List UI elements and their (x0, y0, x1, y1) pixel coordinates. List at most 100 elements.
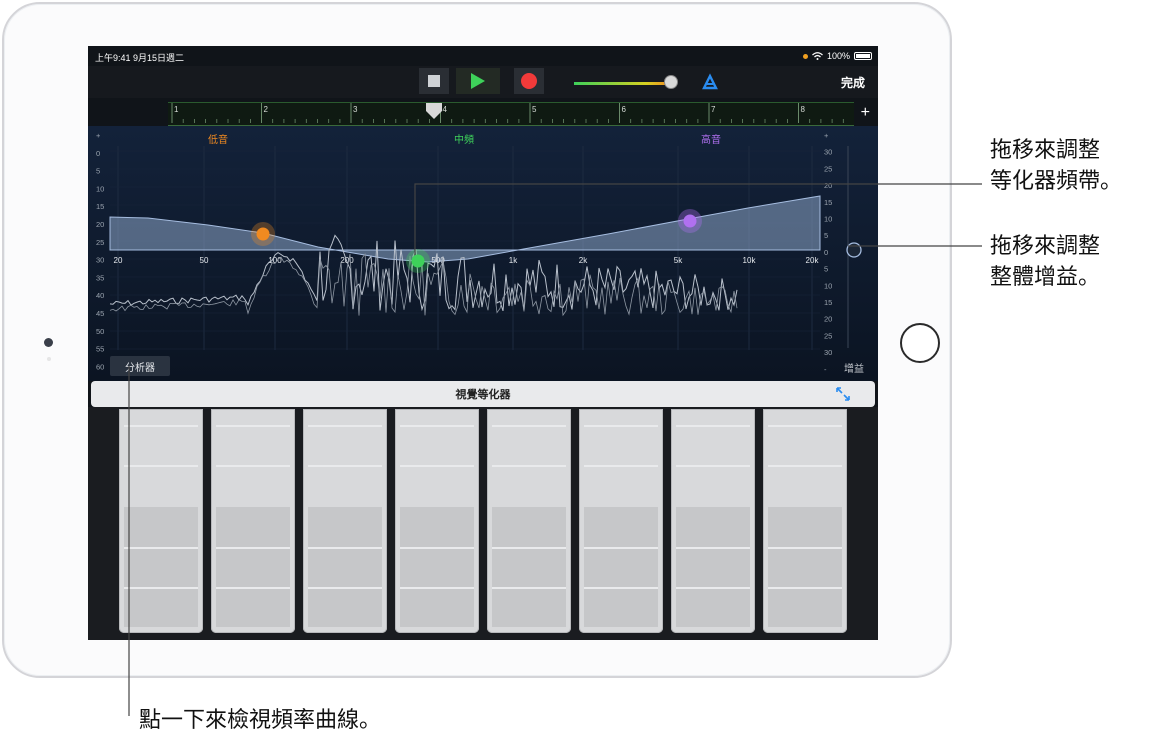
timeline-ruler[interactable]: 1 2 3 4 5 6 7 8 (168, 102, 878, 126)
stop-button[interactable] (419, 68, 449, 94)
callout-gain: 拖移來調整 整體增益。 (990, 230, 1100, 292)
eq-title: 視覺等化器 (455, 389, 511, 401)
db-label-right: 5 (824, 231, 828, 240)
analyzer-button[interactable]: 分析器 (110, 356, 170, 376)
db-label-right: 5 (824, 265, 828, 274)
master-volume-knob[interactable] (664, 75, 678, 89)
treble-band-label: 高音 (701, 135, 721, 146)
home-button[interactable] (900, 323, 940, 363)
db-label-left: 55 (96, 345, 104, 354)
db-label-right: + (824, 131, 829, 140)
db-label-right: 10 (824, 215, 832, 224)
ruler-bar-number: 2 (264, 105, 269, 114)
eq-band-fader[interactable] (211, 409, 295, 633)
fader-area (88, 407, 878, 640)
db-label-left: + (96, 131, 101, 140)
record-button[interactable] (514, 68, 544, 94)
sensor (47, 357, 51, 361)
battery-icon (854, 52, 872, 60)
ruler-bar-number: 7 (711, 105, 716, 114)
db-label-left: 10 (96, 184, 104, 193)
db-label-left: 0 (96, 149, 100, 158)
eq-title-bar: 視覺等化器 (91, 381, 875, 407)
ruler-bar-number: 8 (801, 105, 806, 114)
db-label-right: 15 (824, 298, 832, 307)
play-button[interactable] (456, 68, 500, 94)
db-label-right: 0 (824, 248, 828, 257)
freq-label: 20k (806, 256, 820, 265)
status-bar: 上午9:41 9月15日週二 100% (88, 46, 878, 66)
settings-icon[interactable] (700, 72, 720, 92)
bass-band-label: 低音 (208, 135, 228, 146)
playhead-icon (426, 103, 442, 119)
ruler-bar-number: 1 (174, 105, 179, 114)
db-label-left: 30 (96, 256, 104, 265)
freq-label: 10k (743, 256, 757, 265)
freq-label: 20 (114, 256, 123, 265)
db-label-left: 60 (96, 362, 104, 371)
expand-icon[interactable] (835, 386, 851, 402)
eq-band-fader[interactable] (119, 409, 203, 633)
callout-band: 拖移來調整 等化器頻帶。 (990, 134, 1122, 196)
callout-band-line2: 等化器頻帶。 (990, 168, 1123, 193)
status-right: 100% (802, 51, 872, 61)
freq-label: 5k (674, 256, 683, 265)
status-time: 上午9:41 9月15日週二 (95, 53, 185, 63)
gain-label: 增益 (844, 364, 864, 375)
callout-band-line1: 拖移來調整 (990, 137, 1101, 162)
freq-label: 2k (579, 256, 588, 265)
callout-gain-line2: 整體增益。 (990, 264, 1101, 289)
db-label-right: 10 (824, 281, 832, 290)
eq-band-fader[interactable] (671, 409, 755, 633)
add-section-button[interactable]: + (861, 104, 870, 122)
freq-label: 50 (200, 256, 209, 265)
db-label-left: 50 (96, 327, 104, 336)
gain-slider-handle (846, 242, 862, 258)
db-label-left: 15 (96, 202, 104, 211)
db-label-right: 15 (824, 198, 832, 207)
mid-band-label: 中頻 (454, 135, 474, 146)
db-label-right: 25 (824, 164, 832, 173)
ruler-bar-number: 6 (622, 105, 627, 114)
visual-eq-graph[interactable]: 20 50 100 200 500 1k 2k 5k 10k 20k +0 5 10 15 20 25 30 3… (88, 126, 878, 381)
ruler-bar-number: 4 (443, 105, 448, 114)
db-label-left: 35 (96, 273, 104, 282)
eq-band-fader[interactable] (395, 409, 479, 633)
stop-icon (428, 75, 440, 87)
db-label-left: 5 (96, 167, 100, 176)
wifi-icon (812, 52, 823, 60)
master-volume-slider[interactable] (574, 82, 670, 85)
eq-band-fader[interactable] (763, 409, 847, 633)
ruler-bar-number: 3 (353, 105, 358, 114)
ruler-bar-number: 5 (532, 105, 537, 114)
eq-band-fader[interactable] (303, 409, 387, 633)
eq-canvas: 20 50 100 200 500 1k 2k 5k 10k 20k +0510152025303… (88, 126, 878, 381)
db-label-right: 30 (824, 348, 832, 357)
mid-band-handle (411, 254, 425, 268)
freq-label: 1k (509, 256, 518, 265)
treble-band-handle (683, 214, 697, 228)
db-label-right: 20 (824, 181, 832, 190)
callout-gain-line1: 拖移來調整 (990, 233, 1101, 258)
screen: 上午9:41 9月15日週二 100% 完成 1 2 3 4 5 6 7 8 +… (88, 46, 878, 640)
ipad-frame: 上午9:41 9月15日週二 100% 完成 1 2 3 4 5 6 7 8 +… (2, 2, 952, 678)
control-bar: 完成 (88, 66, 878, 98)
db-label-right: 25 (824, 331, 832, 340)
eq-band-fader[interactable] (487, 409, 571, 633)
front-camera (44, 338, 53, 347)
mic-indicator-icon (802, 53, 808, 59)
ruler-ticks: 1 2 3 4 5 6 7 8 (171, 103, 878, 123)
battery-percent: 100% (826, 51, 850, 61)
db-label-right: 30 (824, 148, 832, 157)
db-label-right: 20 (824, 315, 832, 324)
db-label-left: 45 (96, 309, 104, 318)
record-icon (521, 73, 537, 89)
eq-band-fader[interactable] (579, 409, 663, 633)
callout-analyzer: 點一下來檢視頻率曲線。 (139, 707, 382, 732)
done-button[interactable]: 完成 (841, 74, 865, 91)
bass-band-handle (256, 227, 270, 241)
db-label-left: 25 (96, 238, 104, 247)
play-icon (471, 73, 485, 89)
db-label-left: 20 (96, 220, 104, 229)
db-label-left: 40 (96, 291, 104, 300)
